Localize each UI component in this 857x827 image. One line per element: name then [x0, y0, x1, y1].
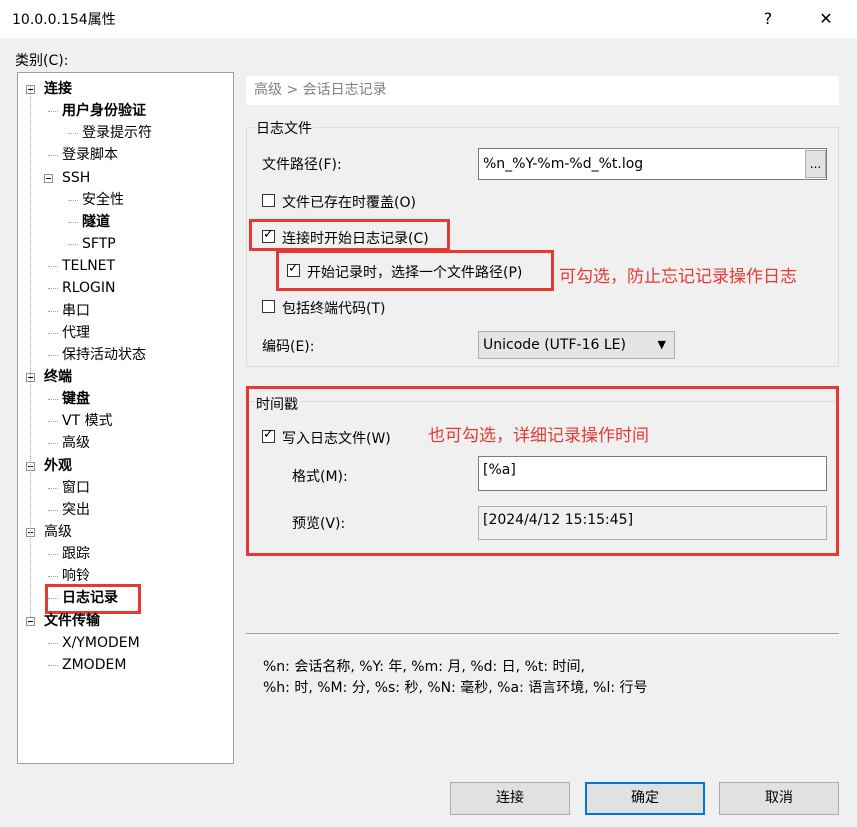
- write-timestamp-checkbox[interactable]: [262, 427, 275, 443]
- tree-item[interactable]: 键盘: [62, 389, 90, 409]
- tree-item[interactable]: 登录提示符: [82, 123, 152, 143]
- file-path-value: %n_%Y-%m-%d_%t.log: [483, 156, 644, 172]
- preview-value: [2024/4/12 15:15:45]: [483, 512, 634, 528]
- encoding-value: Unicode (UTF-16 LE): [483, 337, 626, 353]
- tree-connector: [48, 288, 58, 290]
- encoding-label: 编码(E):: [262, 339, 315, 355]
- connect-button[interactable]: 连接: [450, 782, 570, 815]
- tree-item[interactable]: 窗口: [62, 478, 90, 498]
- tree-item[interactable]: SSH: [62, 168, 90, 188]
- tree-connector: [48, 509, 58, 511]
- tree-connector: [48, 310, 58, 312]
- tree-connector: [48, 642, 58, 644]
- tree-guide: [30, 85, 31, 617]
- tree-item[interactable]: VT 模式: [62, 411, 113, 431]
- tree-connector: [48, 111, 58, 113]
- cancel-button[interactable]: 取消: [719, 782, 839, 815]
- file-path-label: 文件路径(F):: [262, 157, 342, 173]
- file-path-input[interactable]: %n_%Y-%m-%d_%t.log: [478, 148, 827, 180]
- tree-item[interactable]: 外观: [44, 456, 72, 476]
- log-file-group-title: 日志文件: [254, 118, 314, 138]
- tree-connector: [48, 576, 58, 578]
- tree-connector: [48, 332, 58, 334]
- tree-item[interactable]: 文件传输: [44, 611, 100, 631]
- include-terminal-codes-checkbox[interactable]: [262, 300, 275, 313]
- ok-button[interactable]: 确定: [585, 782, 705, 815]
- tree-item[interactable]: TELNET: [62, 256, 115, 276]
- tree-connector: [48, 554, 58, 556]
- breadcrumb: 高级 > 会话日志记录: [246, 76, 839, 105]
- tree-item[interactable]: 连接: [44, 79, 72, 99]
- annotation-note1: 可勾选，防止忘记记录操作日志: [559, 267, 797, 287]
- overwrite-label: 文件已存在时覆盖(O): [282, 195, 416, 211]
- tree-item[interactable]: RLOGIN: [62, 278, 116, 298]
- close-button[interactable]: ✕: [804, 0, 848, 38]
- tree-item[interactable]: 突出: [62, 500, 90, 520]
- tree-connector: [48, 354, 58, 356]
- format-input[interactable]: [%a]: [478, 456, 827, 491]
- highlight-start-on-connect: [249, 219, 450, 251]
- chevron-down-icon: ▼: [657, 338, 666, 351]
- help-button[interactable]: ?: [746, 0, 790, 38]
- tree-item[interactable]: 响铃: [62, 566, 90, 586]
- tree-item[interactable]: 保持活动状态: [62, 345, 146, 365]
- tree-item[interactable]: 终端: [44, 367, 72, 387]
- tree-item[interactable]: 跟踪: [62, 544, 90, 564]
- tree-connector: [48, 421, 58, 423]
- tree-connector: [68, 221, 78, 223]
- preview-label: 预览(V):: [292, 516, 346, 532]
- browse-button[interactable]: ...: [805, 150, 826, 178]
- tree-item[interactable]: 安全性: [82, 190, 124, 210]
- overwrite-checkbox[interactable]: [262, 194, 275, 207]
- help-text-line1: %n: 会话名称, %Y: 年, %m: 月, %d: 日, %t: 时间,: [263, 659, 585, 675]
- separator: [246, 633, 839, 636]
- tree-item[interactable]: 高级: [44, 522, 72, 542]
- tree-item[interactable]: ZMODEM: [62, 655, 126, 675]
- tree-connector: [48, 664, 58, 666]
- tree-item[interactable]: 高级: [62, 433, 90, 453]
- category-tree[interactable]: 连接 用户身份验证 登录提示符 登录脚本 SSH 安全性 隧道 SFTP TELNET RLOGI…: [17, 72, 234, 764]
- tree-connector: [48, 487, 58, 489]
- tree-connector: [68, 244, 78, 246]
- tree-item[interactable]: 串口: [62, 301, 90, 321]
- tree-item[interactable]: 代理: [62, 323, 90, 343]
- timestamp-group-title: 时间戳: [254, 394, 300, 414]
- format-value: [%a]: [483, 462, 516, 478]
- category-label: 类别(C):: [15, 53, 69, 69]
- tree-connector: [68, 133, 78, 135]
- encoding-select[interactable]: Unicode (UTF-16 LE) ▼: [478, 331, 675, 359]
- collapse-icon[interactable]: [26, 616, 35, 626]
- annotation-note2: 也可勾选，详细记录操作时间: [428, 426, 649, 446]
- tree-item[interactable]: SFTP: [82, 234, 116, 254]
- include-terminal-codes-label: 包括终端代码(T): [282, 301, 386, 317]
- title-bar: [0, 0, 857, 38]
- format-label: 格式(M):: [292, 469, 348, 485]
- tree-connector: [68, 199, 78, 201]
- tree-connector: [48, 399, 58, 401]
- write-timestamp-label: 写入日志文件(W): [282, 431, 391, 447]
- highlight-choose-path: [276, 250, 554, 291]
- help-text-line2: %h: 时, %M: 分, %s: 秒, %N: 毫秒, %a: 语言环境, %…: [263, 680, 648, 696]
- window-title: 10.0.0.154属性: [12, 12, 116, 28]
- tree-item[interactable]: 隧道: [82, 212, 110, 232]
- preview-field: [2024/4/12 15:15:45]: [478, 506, 827, 540]
- tree-item[interactable]: 用户身份验证: [62, 101, 146, 121]
- tree-connector: [48, 155, 58, 157]
- tree-item[interactable]: X/YMODEM: [62, 633, 140, 653]
- tree-connector: [48, 443, 58, 445]
- collapse-icon[interactable]: [44, 173, 53, 183]
- tree-item[interactable]: 登录脚本: [62, 145, 118, 165]
- tree-connector: [48, 266, 58, 268]
